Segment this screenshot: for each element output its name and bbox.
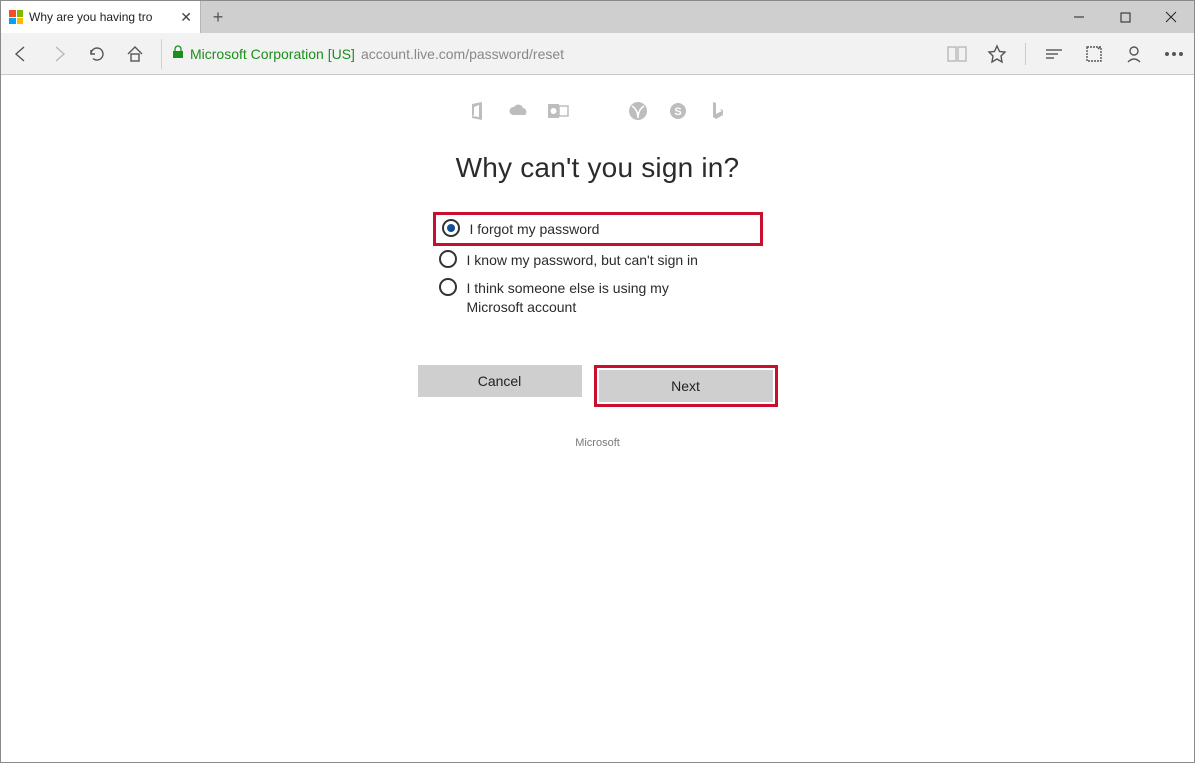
address-bar[interactable]: Microsoft Corporation [US] account.live.… (161, 39, 923, 69)
option-label: I know my password, but can't sign in (467, 250, 698, 270)
onedrive-icon (507, 100, 529, 122)
signin-options: I forgot my password I know my password,… (433, 212, 763, 321)
radio-icon (439, 250, 457, 268)
svg-text:S: S (674, 106, 681, 118)
reading-view-icon[interactable] (945, 42, 969, 66)
back-button[interactable] (9, 42, 33, 66)
tab-title: Why are you having tro (29, 10, 174, 24)
share-icon[interactable] (1122, 42, 1146, 66)
browser-tab[interactable]: Why are you having tro ✕ (1, 1, 201, 33)
titlebar: Why are you having tro ✕ + (1, 1, 1194, 33)
option-label: I think someone else is using my Microso… (467, 278, 727, 317)
bing-icon (707, 100, 729, 122)
hub-icon[interactable] (1042, 42, 1066, 66)
close-window-button[interactable] (1148, 1, 1194, 33)
browser-toolbar: Microsoft Corporation [US] account.live.… (1, 33, 1194, 75)
option-label: I forgot my password (470, 219, 600, 239)
new-tab-button[interactable]: + (201, 1, 235, 33)
page-content: S Why can't you sign in? I forgot my pas… (1, 76, 1194, 762)
refresh-button[interactable] (85, 42, 109, 66)
window-controls (1056, 1, 1194, 33)
close-tab-icon[interactable]: ✕ (180, 9, 192, 26)
option-know-password[interactable]: I know my password, but can't sign in (433, 246, 763, 274)
favorite-icon[interactable] (985, 42, 1009, 66)
option-forgot-password[interactable]: I forgot my password (433, 212, 763, 246)
xbox-icon (627, 100, 649, 122)
forward-button[interactable] (47, 42, 71, 66)
more-icon[interactable] (1162, 42, 1186, 66)
office-icon (467, 100, 489, 122)
footer-text: Microsoft (418, 437, 778, 449)
option-someone-else[interactable]: I think someone else is using my Microso… (433, 274, 763, 321)
service-icons: S (1, 100, 1194, 122)
cancel-button[interactable]: Cancel (418, 365, 582, 397)
radio-icon (442, 219, 460, 237)
next-button[interactable]: Next (599, 370, 773, 402)
notes-icon[interactable] (1082, 42, 1106, 66)
page-heading: Why can't you sign in? (418, 152, 778, 184)
minimize-button[interactable] (1056, 1, 1102, 33)
button-row: Cancel Next (418, 365, 778, 407)
url-text: account.live.com/password/reset (361, 46, 564, 62)
microsoft-icon (587, 100, 609, 122)
lock-icon (172, 45, 184, 62)
radio-icon (439, 278, 457, 296)
home-button[interactable] (123, 42, 147, 66)
skype-icon: S (667, 100, 689, 122)
microsoft-favicon (9, 10, 23, 24)
certificate-label: Microsoft Corporation [US] (190, 46, 355, 62)
outlook-icon (547, 100, 569, 122)
maximize-button[interactable] (1102, 1, 1148, 33)
